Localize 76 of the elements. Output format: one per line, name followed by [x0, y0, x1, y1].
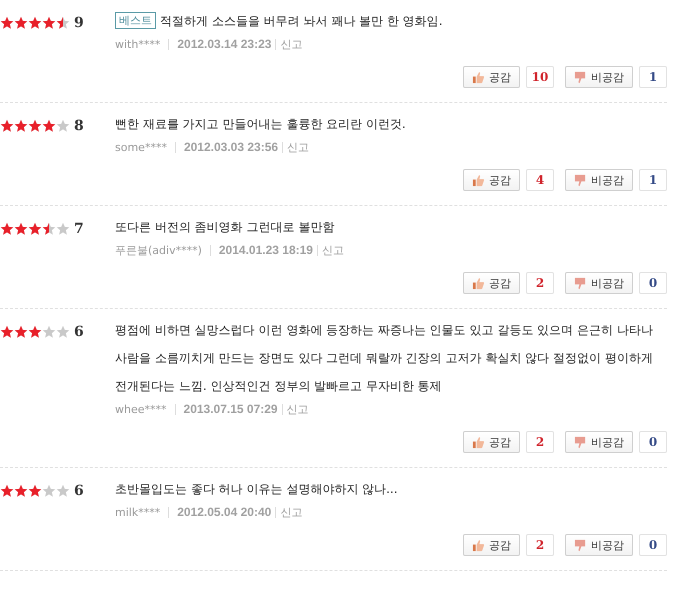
star-icon — [14, 222, 28, 236]
review-date: 2014.01.23 18:19 — [218, 243, 313, 257]
author-name: some**** — [115, 140, 167, 154]
star-icon — [42, 222, 56, 236]
review-text: 초반몰입도는 좋다 허나 이유는 설명해야하지 않나... — [115, 482, 398, 496]
rating-score: 6 — [74, 325, 84, 339]
like-button[interactable]: 공감 — [463, 534, 520, 556]
dislike-button[interactable]: 비공감 — [565, 272, 633, 294]
thumbs-down-icon — [574, 538, 587, 552]
dislike-count: 1 — [639, 66, 667, 88]
rating-score: 7 — [74, 222, 84, 236]
thumbs-down-icon — [574, 70, 587, 84]
star-icon — [28, 325, 42, 339]
star-icon — [14, 119, 28, 133]
like-count: 4 — [526, 169, 554, 191]
star-icon — [0, 119, 14, 133]
best-badge: 베스트 — [115, 12, 156, 29]
thumbs-up-icon — [472, 70, 485, 84]
star-icon — [14, 16, 28, 30]
review-date: 2012.03.03 23:56 — [184, 140, 278, 154]
review-date: 2013.07.15 07:29 — [184, 402, 278, 416]
thumbs-up-icon — [472, 538, 485, 552]
like-button[interactable]: 공감 — [463, 431, 520, 453]
star-icon — [28, 484, 42, 498]
star-icon — [56, 16, 70, 30]
star-icon — [0, 16, 14, 30]
like-button[interactable]: 공감 — [463, 169, 520, 191]
star-icon — [0, 484, 14, 498]
review-text: 평점에 비하면 실망스럽다 이런 영화에 등장하는 짜증나는 인물도 있고 갈등도 있으며 은근히 나타나 사람을 소름끼치게 만드는 장면도 있다 그런데 뭐랄까 긴장의 고저가 확실치 않다 절정없이 평이하게 전개된다는 느낌. 인상적인건 정부의 발빠르고 무자비한 통제 — [115, 323, 653, 393]
star-icon — [28, 119, 42, 133]
dislike-count: 0 — [639, 431, 667, 453]
star-icon — [14, 484, 28, 498]
author-name: whee**** — [115, 402, 167, 416]
review-date: 2012.05.04 20:40 — [177, 505, 272, 519]
thumbs-down-icon — [574, 276, 587, 290]
thumbs-down-icon — [574, 174, 587, 186]
thumbs-down-icon — [574, 436, 587, 448]
star-icon — [0, 222, 14, 236]
review-text: 뻔한 재료를 가지고 만들어내는 훌륭한 요리란 이런것. — [115, 117, 406, 131]
rating-score: 9 — [74, 16, 84, 30]
review-text: 또다른 버전의 좀비영화 그런대로 볼만함 — [115, 220, 334, 234]
star-icon — [28, 222, 42, 236]
dislike-button[interactable]: 비공감 — [565, 534, 633, 556]
thumbs-up-icon — [472, 276, 485, 290]
dislike-count: 0 — [639, 534, 667, 556]
thumbs-up-icon — [472, 174, 485, 186]
like-button[interactable]: 공감 — [463, 66, 520, 88]
star-icon — [42, 484, 56, 498]
star-icon — [14, 325, 28, 339]
author-name: milk**** — [115, 506, 160, 518]
star-icon — [42, 325, 56, 339]
dislike-button[interactable]: 비공감 — [565, 431, 633, 453]
like-count: 2 — [526, 431, 554, 453]
review-date: 2012.03.14 23:23 — [177, 37, 272, 51]
dislike-button[interactable]: 비공감 — [565, 169, 633, 191]
star-icon — [0, 325, 14, 339]
thumbs-up-icon — [472, 436, 485, 448]
rating-score: 6 — [74, 484, 84, 498]
author-name: with**** — [115, 38, 160, 50]
like-button[interactable]: 공감 — [463, 272, 520, 294]
review-text: 적절하게 소스들을 버무려 놔서 꽤나 볼만 한 영화임. — [160, 14, 443, 28]
like-count: 2 — [526, 534, 554, 556]
star-icon — [28, 16, 42, 30]
star-icon — [56, 119, 70, 133]
dislike-count: 0 — [639, 272, 667, 294]
rating-score: 8 — [74, 119, 84, 133]
author-name: 푸른불(adiv****) — [115, 242, 202, 258]
star-icon — [42, 119, 56, 133]
dislike-button[interactable]: 비공감 — [565, 66, 633, 88]
like-count: 2 — [526, 272, 554, 294]
star-icon — [42, 16, 56, 30]
star-icon — [56, 325, 70, 339]
like-count: 10 — [526, 66, 554, 88]
dislike-count: 1 — [639, 169, 667, 191]
star-icon — [56, 222, 70, 236]
star-icon — [56, 484, 70, 498]
